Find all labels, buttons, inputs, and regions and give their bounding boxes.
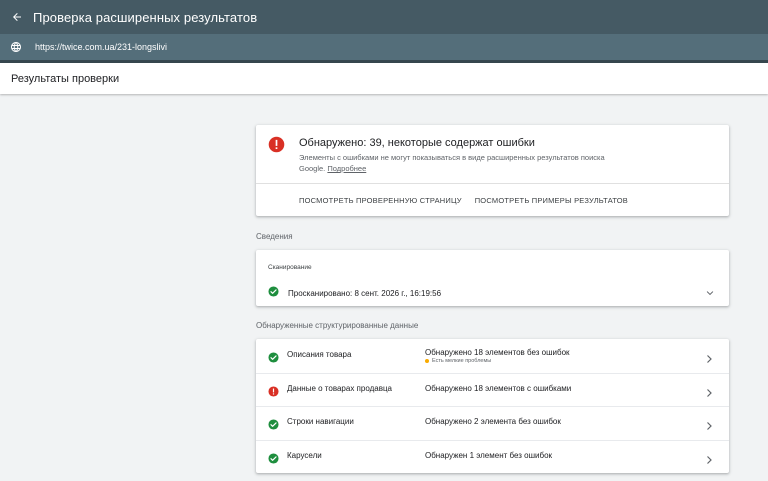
tested-url-bar: https://twice.com.ua/231-longslivi [0,34,768,60]
card-divider [256,183,729,184]
chevron-right-icon[interactable] [705,418,713,430]
learn-more-link[interactable]: Подробнее [327,164,366,173]
structured-item-status: Обнаружено 18 элементов без ошибок [425,348,570,357]
chevron-right-icon[interactable] [705,385,713,397]
error-icon [268,384,279,397]
chevron-right-icon[interactable] [705,452,713,464]
structured-section-label: Обнаруженные структурированные данные [256,321,419,330]
details-section-label: Сведения [256,232,293,241]
tested-url[interactable]: https://twice.com.ua/231-longslivi [35,42,167,52]
crawl-row: Просканировано: 8 сент. 2026 г., 16:19:5… [268,284,441,302]
structured-item-name: Данные о товарах продавца [287,383,393,393]
warning-text: Есть мелкие проблемы [432,358,492,364]
warning-dot-icon [425,359,429,363]
summary-description: Элементы с ошибками не могут показыватьс… [299,152,619,174]
crawled-time: Просканировано: 8 сент. 2026 г., 16:19:5… [288,288,442,298]
structured-item-name: Карусели [287,450,322,460]
structured-item-breadcrumbs[interactable]: Строки навигации Обнаружено 2 элемента б… [256,406,729,441]
structured-item-name: Описания товара [287,350,352,359]
check-circle-icon [268,417,279,430]
structured-item-status: Обнаружено 18 элементов с ошибками [425,383,572,393]
app-bar: Проверка расширенных результатов [0,0,768,34]
view-examples-button[interactable]: ПОСМОТРЕТЬ ПРИМЕРЫ РЕЗУЛЬТАТОВ [475,196,628,205]
error-icon [268,136,285,153]
results-title: Результаты проверки [11,72,120,85]
structured-item-product-snippets[interactable]: Описания товара Обнаружено 18 элементов … [256,339,729,374]
crawl-label: Сканирование [268,264,312,271]
crawl-card[interactable]: Сканирование Просканировано: 8 сент. 202… [256,250,729,306]
summary-actions: ПОСМОТРЕТЬ ПРОВЕРЕННУЮ СТРАНИЦУ ПОСМОТРЕ… [299,196,628,205]
summary-card: Обнаружено: 39, некоторые содержат ошибк… [256,125,729,216]
check-circle-icon [268,350,279,363]
check-circle-icon [268,284,279,302]
warning-note: Есть мелкие проблемы [425,358,491,364]
structured-data-list: Описания товара Обнаружено 18 элементов … [256,339,729,473]
globe-icon [10,41,22,53]
chevron-down-icon[interactable] [705,285,715,296]
structured-item-merchant-listings[interactable]: Данные о товарах продавца Обнаружено 18 … [256,373,729,407]
page-title: Проверка расширенных результатов [33,9,258,25]
structured-item-name: Строки навигации [287,417,354,426]
chevron-right-icon[interactable] [705,351,713,363]
arrow-back-icon[interactable] [9,9,25,25]
structured-item-status: Обнаружен 1 элемент без ошибок [425,450,553,460]
view-tested-page-button[interactable]: ПОСМОТРЕТЬ ПРОВЕРЕННУЮ СТРАНИЦУ [299,196,462,205]
structured-item-carousels[interactable]: Карусели Обнаружен 1 элемент без ошибок [256,440,729,474]
check-circle-icon [268,451,279,464]
summary-title: Обнаружено: 39, некоторые содержат ошибк… [299,137,535,149]
structured-item-status: Обнаружено 2 элемента без ошибок [425,417,561,426]
results-header: Результаты проверки [0,63,768,94]
